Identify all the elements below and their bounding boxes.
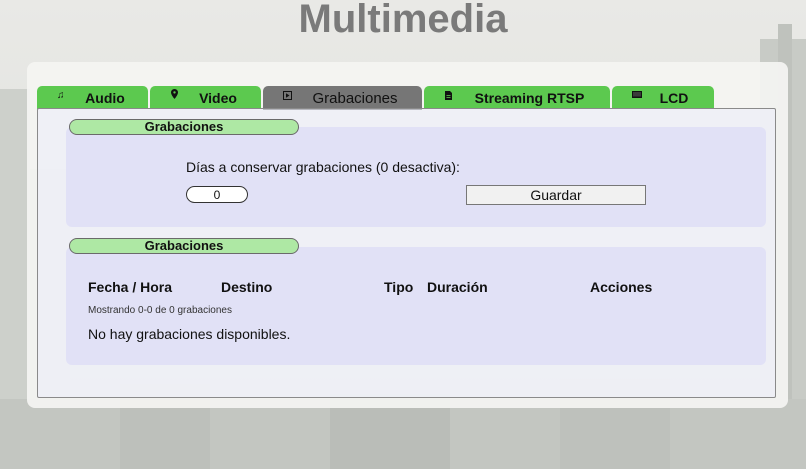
column-header-fecha-hora: Fecha / Hora — [88, 279, 173, 295]
tab-label: Streaming RTSP — [474, 89, 585, 106]
empty-message: No hay grabaciones disponibles. — [88, 326, 291, 342]
play-square-icon — [283, 91, 292, 103]
days-input[interactable] — [186, 186, 248, 203]
settings-section — [66, 127, 766, 227]
page-title: Multimedia — [298, 0, 508, 41]
tab-lcd[interactable]: LCD — [612, 86, 714, 109]
days-label: Días a conservar grabaciones (0 desactiv… — [186, 159, 460, 175]
settings-section-title: Grabaciones — [69, 119, 299, 135]
tab-label: Grabaciones — [312, 89, 398, 107]
column-header-destino: Destino — [221, 279, 273, 295]
music-note-icon: ♫ — [57, 90, 65, 101]
tab-label: Video — [199, 89, 237, 106]
document-icon — [445, 91, 452, 103]
column-header-acciones: Acciones — [590, 279, 653, 295]
tab-streaming-rtsp[interactable]: Streaming RTSP — [424, 86, 610, 109]
monitor-icon — [632, 91, 642, 102]
pagination-info: Mostrando 0-0 de 0 grabaciones — [88, 305, 232, 316]
save-button[interactable]: Guardar — [466, 185, 646, 205]
tab-label: Audio — [85, 89, 125, 106]
column-header-duracion: Duración — [427, 279, 488, 295]
tab-video[interactable]: Video — [150, 86, 261, 109]
column-header-tipo: Tipo — [384, 279, 414, 295]
tab-label: LCD — [659, 89, 689, 106]
tab-audio[interactable]: ♫ Audio — [37, 86, 148, 109]
tab-grabaciones[interactable]: Grabaciones — [263, 86, 422, 110]
map-pin-icon — [171, 89, 178, 102]
recordings-section-title: Grabaciones — [69, 238, 299, 254]
